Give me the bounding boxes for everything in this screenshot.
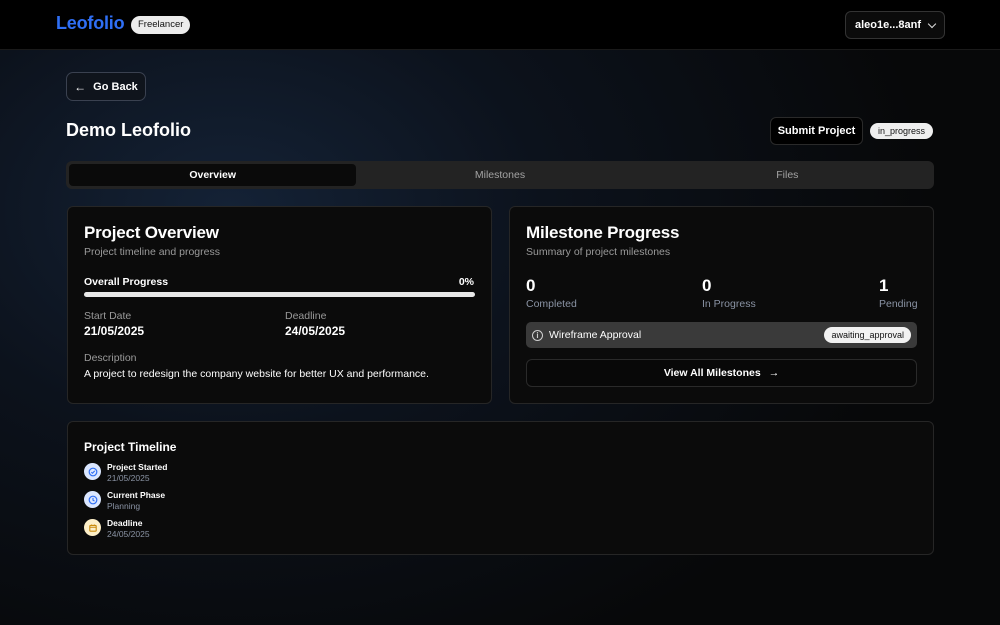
wallet-address: aleo1e...8anf: [854, 19, 922, 31]
timeline-item: Project Started 21/05/2025: [84, 462, 167, 484]
go-back-button[interactable]: ← Go Back: [66, 72, 146, 101]
deadline-value: 24/05/2025: [285, 324, 346, 338]
app-logo[interactable]: Leofolio: [56, 13, 125, 34]
timeline-item-value: 21/05/2025: [107, 473, 150, 483]
milestone-status-badge: awaiting_approval: [824, 327, 911, 343]
tab-overview[interactable]: Overview: [69, 164, 357, 186]
pending-label: Pending: [879, 298, 918, 310]
go-back-label: Go Back: [93, 80, 138, 93]
view-all-label: View All Milestones: [663, 367, 761, 379]
chevron-down-icon: [927, 19, 937, 28]
completed-label: Completed: [526, 298, 577, 310]
description-label: Description: [84, 352, 137, 364]
role-badge: Freelancer: [131, 16, 191, 34]
in-progress-count: 0: [702, 276, 712, 295]
arrow-right-icon: →: [768, 367, 780, 379]
start-date-label: Start Date: [84, 310, 132, 322]
deadline-label: Deadline: [285, 310, 327, 322]
info-icon: i: [532, 329, 543, 341]
timeline-item-name: Current Phase: [107, 490, 166, 500]
view-all-milestones-button[interactable]: View All Milestones →: [526, 359, 917, 387]
timeline-title: Project Timeline: [84, 440, 177, 454]
top-navbar: Leofolio Freelancer aleo1e...8anf: [0, 0, 1000, 50]
timeline-item-name: Deadline: [107, 518, 143, 528]
milestone-item[interactable]: i Wireframe Approval awaiting_approval: [526, 322, 917, 348]
card-title: Milestone Progress: [526, 223, 680, 242]
in-progress-label: In Progress: [702, 298, 756, 310]
pending-count: 1: [879, 276, 889, 295]
tab-milestones[interactable]: Milestones: [356, 164, 643, 186]
milestone-progress-card: Milestone Progress Summary of project mi…: [509, 206, 934, 404]
timeline-item-value: 24/05/2025: [107, 529, 150, 539]
page-title: Demo Leofolio: [66, 120, 191, 140]
project-overview-card: Project Overview Project timeline and pr…: [67, 206, 492, 404]
check-circle-icon: [84, 463, 101, 480]
description-text: A project to redesign the company websit…: [84, 368, 429, 380]
timeline-item-value: Planning: [107, 501, 141, 511]
milestone-name: Wireframe Approval: [549, 329, 642, 341]
wallet-dropdown-button[interactable]: aleo1e...8anf: [845, 11, 945, 39]
project-timeline-card: Project Timeline Project Started 21/05/2…: [67, 421, 934, 555]
tab-bar: Overview Milestones Files: [66, 161, 934, 189]
start-date-value: 21/05/2025: [84, 324, 145, 338]
tab-files[interactable]: Files: [644, 164, 931, 186]
progress-label: Overall Progress: [84, 276, 169, 288]
arrow-left-icon: ←: [74, 79, 87, 94]
progress-bar: [84, 292, 475, 297]
status-badge: in_progress: [870, 123, 934, 139]
progress-percent: 0%: [458, 276, 474, 288]
card-subtitle: Project timeline and progress: [84, 246, 220, 258]
timeline-item: Deadline 24/05/2025: [84, 518, 150, 540]
submit-project-button[interactable]: Submit Project: [770, 117, 863, 145]
clock-icon: [84, 491, 101, 508]
timeline-item-name: Project Started: [107, 462, 168, 472]
card-subtitle: Summary of project milestones: [526, 246, 671, 258]
timeline-item: Current Phase Planning: [84, 490, 165, 512]
calendar-icon: [84, 519, 101, 536]
completed-count: 0: [526, 276, 536, 295]
card-title: Project Overview: [84, 223, 219, 242]
